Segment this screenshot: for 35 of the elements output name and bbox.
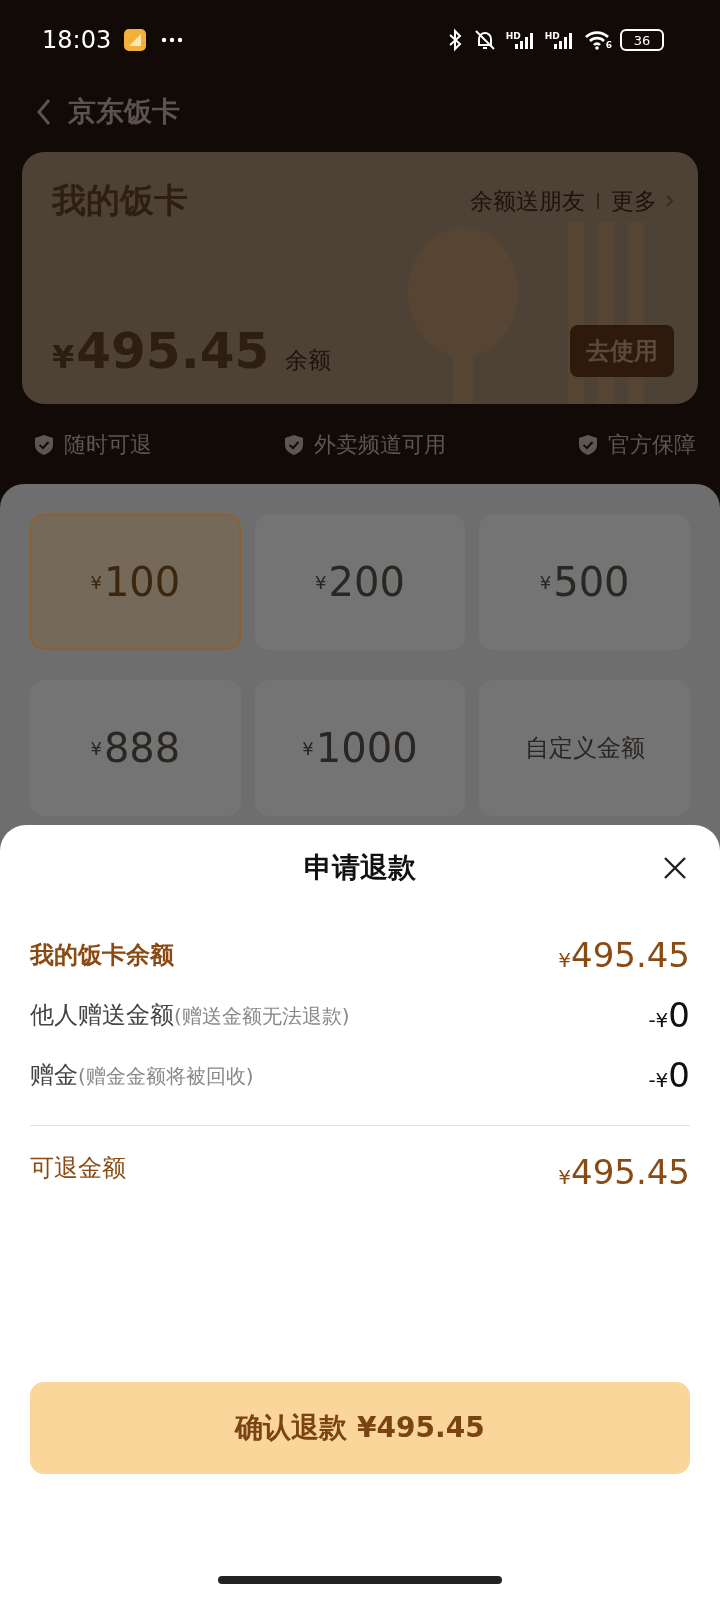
- guarantee-label: 外卖频道可用: [314, 431, 446, 459]
- sheet-title: 申请退款: [304, 850, 416, 886]
- guarantee-label: 随时可退: [64, 431, 152, 459]
- app-notification-icon: [123, 28, 148, 52]
- back-icon[interactable]: [36, 97, 52, 127]
- refundable-label: 可退金额: [30, 1153, 126, 1184]
- row-label: 我的饭卡余额: [30, 940, 174, 971]
- amount-option[interactable]: ¥500: [479, 514, 690, 650]
- amount-option[interactable]: 自定义金额: [479, 680, 690, 816]
- amount-option[interactable]: ¥200: [254, 514, 466, 650]
- confirm-refund-button[interactable]: 确认退款 ¥495.45: [30, 1382, 690, 1474]
- amount-option[interactable]: ¥888: [30, 680, 241, 816]
- row-label: 他人赠送金额(赠送金额无法退款): [30, 1000, 350, 1031]
- signal-label: HD: [544, 31, 560, 41]
- wifi-icon: [583, 30, 610, 50]
- battery-icon: 36: [620, 29, 664, 51]
- chevron-right-icon: [665, 193, 674, 209]
- shield-check-icon: [284, 434, 304, 456]
- close-icon[interactable]: [662, 855, 688, 881]
- row-label: 赠金(赠金金额将被回收): [30, 1060, 254, 1091]
- signal-label: HD: [505, 31, 521, 41]
- amount-option[interactable]: ¥100: [30, 514, 241, 650]
- row-amount: ¥495.45: [558, 935, 690, 975]
- refundable-amount: ¥495.45: [558, 1152, 690, 1192]
- currency-sign: ¥: [52, 338, 75, 376]
- shield-check-icon: [34, 434, 54, 456]
- more-icon: [161, 37, 184, 43]
- row-amount: -¥0: [648, 995, 690, 1035]
- page-title: 京东饭卡: [68, 94, 180, 130]
- wifi-label: 6: [605, 40, 612, 50]
- row-amount: -¥0: [648, 1055, 690, 1095]
- guarantee-label: 官方保障: [608, 431, 696, 459]
- shield-check-icon: [578, 434, 598, 456]
- status-time: 18:03: [42, 26, 112, 54]
- amount-option[interactable]: ¥1000: [254, 680, 466, 816]
